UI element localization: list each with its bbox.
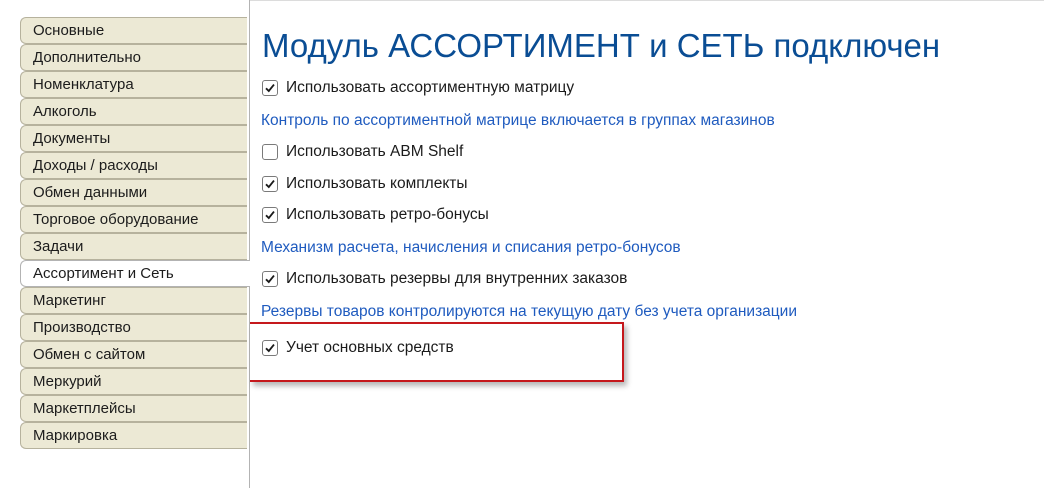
link-reserves-note[interactable]: Резервы товаров контролируются на текущу… [261, 302, 797, 322]
tab-dokumenty[interactable]: Документы [20, 125, 247, 152]
assortment-matrix-checkbox[interactable] [262, 80, 278, 96]
tab-marketpleysy[interactable]: Маркетплейсы [20, 395, 247, 422]
settings-sidebar: Основные Дополнительно Номенклатура Алко… [0, 0, 250, 488]
checkmark-icon [265, 180, 275, 189]
tab-nomenklatura[interactable]: Номенклатура [20, 71, 247, 98]
internal-reserves-label: Использовать резервы для внутренних зака… [286, 270, 628, 287]
link-retro-mechanism[interactable]: Механизм расчета, начисления и списания … [261, 238, 681, 258]
tab-alkogol[interactable]: Алкоголь [20, 98, 247, 125]
abm-shelf-checkbox[interactable] [262, 144, 278, 160]
abm-shelf-label: Использовать ABM Shelf [286, 143, 464, 160]
tab-torgovoe-oborudovanie[interactable]: Торговое оборудование [20, 206, 247, 233]
assortment-matrix-label: Использовать ассортиментную матрицу [286, 79, 575, 96]
tab-marketing[interactable]: Маркетинг [20, 287, 247, 314]
tab-dopolnitelno[interactable]: Дополнительно [20, 44, 247, 71]
tab-merkuriy[interactable]: Меркурий [20, 368, 247, 395]
tab-obmen-dannymi[interactable]: Обмен данными [20, 179, 247, 206]
retro-bonuses-checkbox[interactable] [262, 207, 278, 223]
checkmark-icon [265, 275, 275, 284]
page-title: Модуль АССОРТИМЕНТ и СЕТЬ подключен [262, 27, 941, 64]
kits-checkbox[interactable] [262, 176, 278, 192]
tab-dohody-rashody[interactable]: Доходы / расходы [20, 152, 247, 179]
checkmark-icon [265, 344, 275, 353]
fixed-assets-checkbox[interactable] [262, 340, 278, 356]
kits-label: Использовать комплекты [286, 175, 468, 192]
tab-osnovnye[interactable]: Основные [20, 17, 247, 44]
checkmark-icon [265, 211, 275, 220]
tab-markirovka[interactable]: Маркировка [20, 422, 247, 449]
retro-bonuses-label: Использовать ретро-бонусы [286, 206, 489, 223]
tab-obmen-s-saytom[interactable]: Обмен с сайтом [20, 341, 247, 368]
tab-zadachi[interactable]: Задачи [20, 233, 247, 260]
fixed-assets-label: Учет основных средств [286, 339, 454, 356]
settings-content-panel: Модуль АССОРТИМЕНТ и СЕТЬ подключен Испо… [250, 0, 1044, 488]
tab-assortiment-i-set[interactable]: Ассортимент и Сеть [20, 260, 250, 287]
link-matrix-control[interactable]: Контроль по ассортиментной матрице включ… [261, 111, 775, 131]
checkmark-icon [265, 84, 275, 93]
internal-reserves-checkbox[interactable] [262, 271, 278, 287]
tab-proizvodstvo[interactable]: Производство [20, 314, 247, 341]
